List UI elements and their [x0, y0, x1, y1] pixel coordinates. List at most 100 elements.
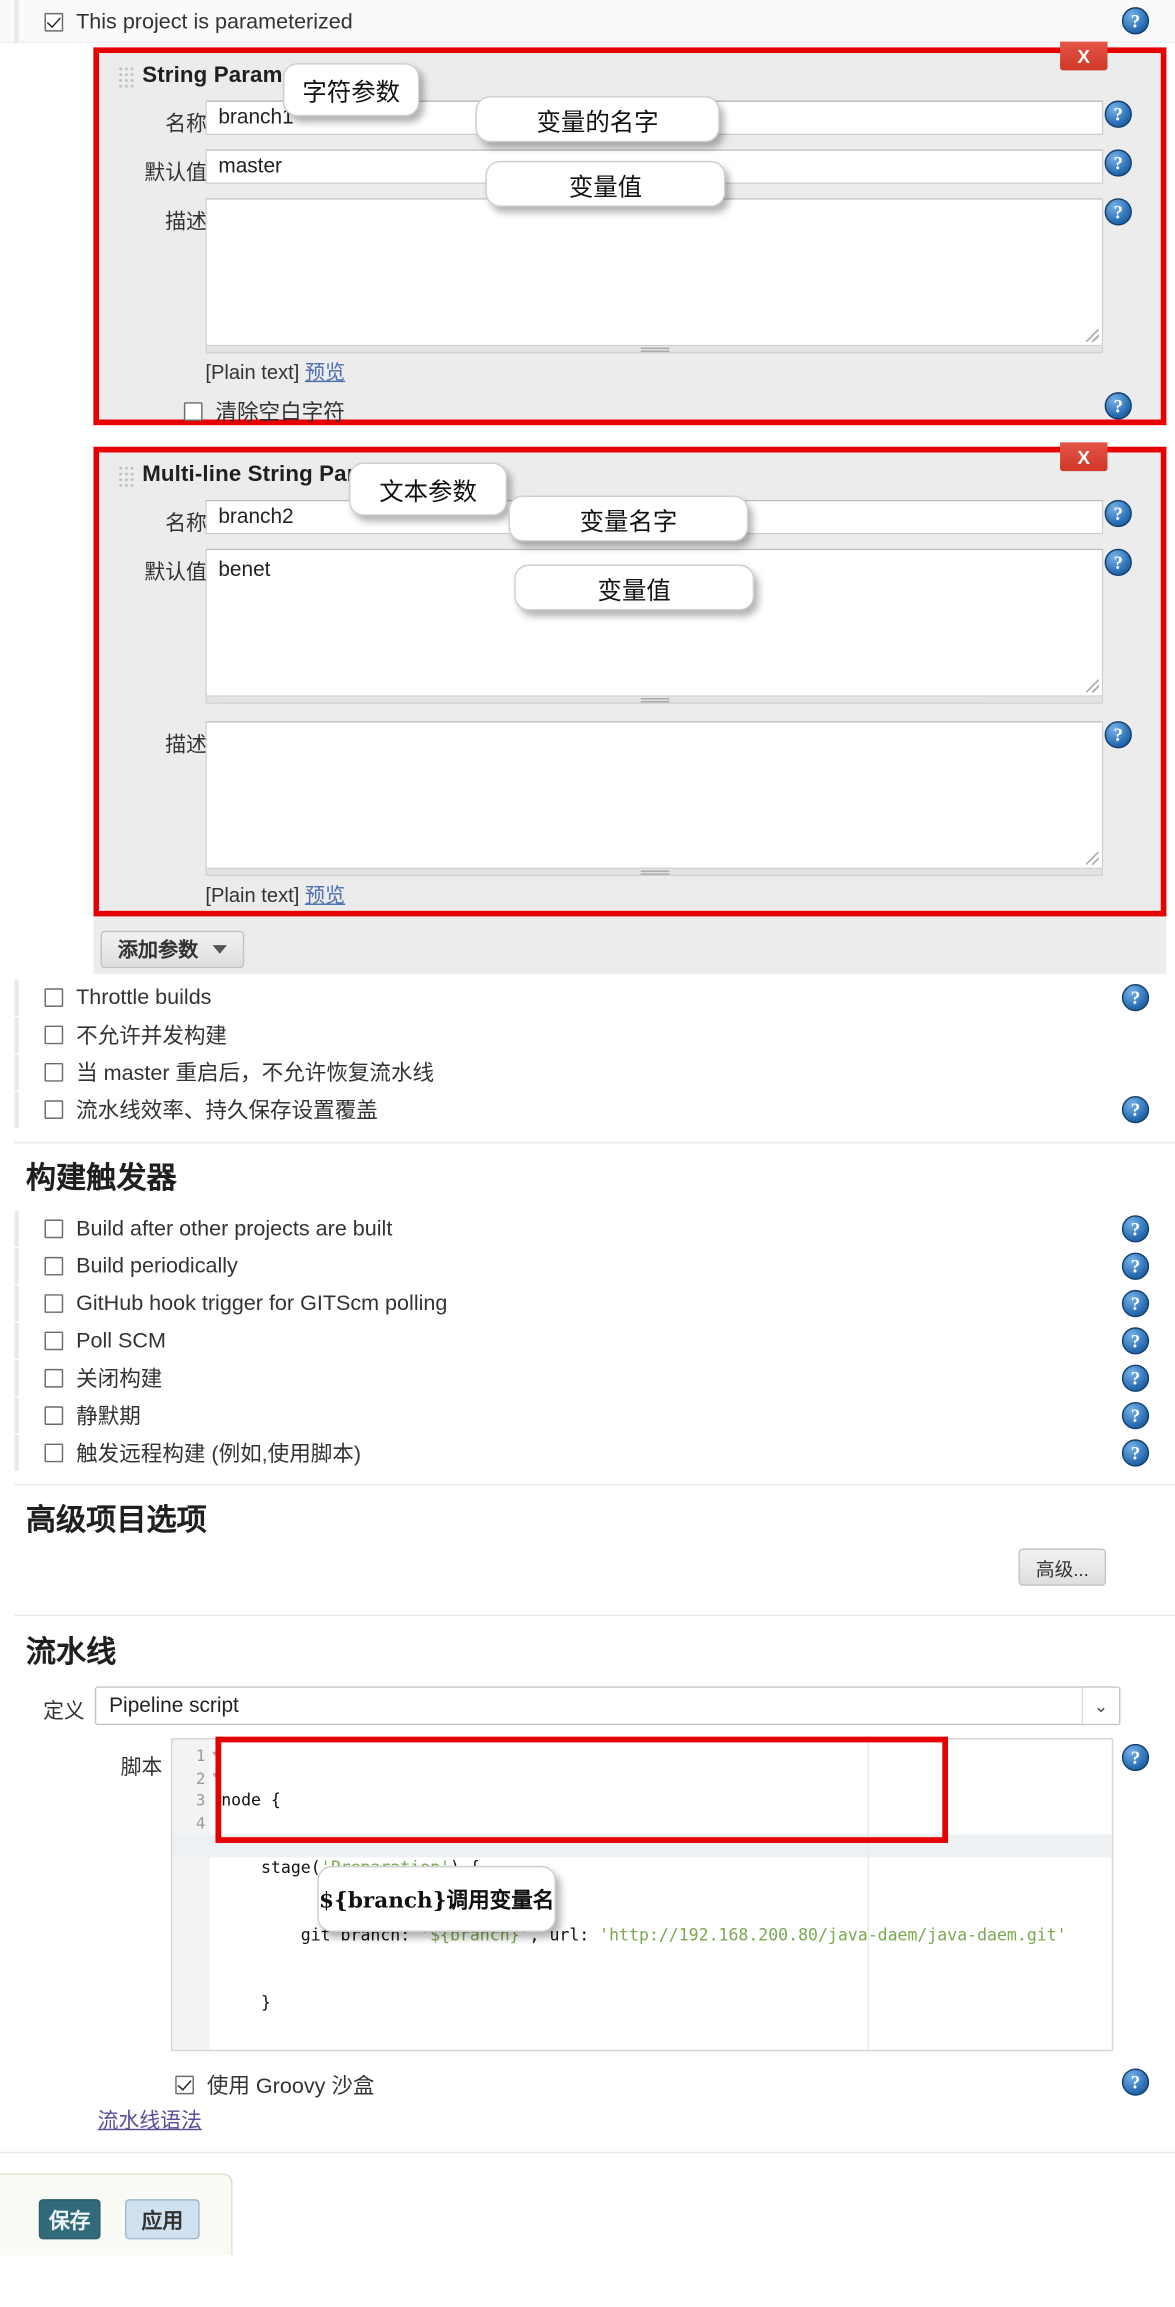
- trigger-row-poll-scm[interactable]: Poll SCM: [14, 1322, 1175, 1359]
- delete-string-parameter-button[interactable]: X: [1060, 41, 1108, 71]
- chevron-down-icon-definition[interactable]: ⌄: [1081, 1687, 1119, 1724]
- save-button[interactable]: 保存: [38, 2199, 101, 2240]
- trigger-row-after-other[interactable]: Build after other projects are built: [14, 1210, 1175, 1247]
- textarea-drag-bar-3[interactable]: [205, 869, 1104, 877]
- help-icon-groovy-sandbox[interactable]: ?: [1121, 2068, 1150, 2096]
- apply-button[interactable]: 应用: [124, 2199, 200, 2240]
- resize-grip-icon[interactable]: [1085, 328, 1099, 342]
- textarea-drag-bar[interactable]: [205, 346, 1104, 354]
- disable-build-label: 关闭构建: [76, 1367, 163, 1392]
- advanced-button[interactable]: 高级...: [1018, 1548, 1107, 1586]
- help-icon-throttle[interactable]: ?: [1121, 983, 1150, 1012]
- resize-grip-icon-3[interactable]: [1085, 851, 1099, 865]
- help-icon-parameterized[interactable]: ?: [1121, 7, 1150, 35]
- build-periodically-checkbox[interactable]: [44, 1256, 64, 1276]
- line-number: 3: [195, 1791, 206, 1811]
- trim-whitespace-row[interactable]: 清除空白字符: [183, 396, 345, 426]
- line-number: 2: [195, 1769, 206, 1788]
- divider-triggers: [14, 1141, 1175, 1144]
- code-line: }: [221, 1991, 271, 2012]
- line-number: 4: [195, 1813, 206, 1833]
- advanced-button-label: 高级...: [1035, 1557, 1089, 1580]
- trigger-row-remote-build[interactable]: 触发远程构建 (例如,使用脚本): [14, 1434, 1175, 1471]
- trigger-row-github-hook[interactable]: GitHub hook trigger for GITScm polling: [14, 1285, 1175, 1322]
- build-after-other-projects-checkbox[interactable]: [44, 1219, 64, 1239]
- option-row-no-concurrent[interactable]: 不允许并发构建: [14, 1016, 1175, 1053]
- option-row-no-resume[interactable]: 当 master 重启后，不允许恢复流水线: [14, 1054, 1175, 1091]
- help-icon-quiet-period[interactable]: ?: [1121, 1401, 1150, 1430]
- durability-override-label: 流水线效率、持久保存设置覆盖: [76, 1098, 378, 1124]
- add-parameter-tray: [93, 916, 1167, 974]
- string-param-description-label: 描述: [165, 211, 207, 235]
- remote-trigger-checkbox[interactable]: [44, 1443, 64, 1463]
- quiet-period-checkbox[interactable]: [44, 1406, 64, 1425]
- no-concurrent-build-checkbox[interactable]: [44, 1025, 64, 1045]
- multiline-param-name-label: 名称: [165, 512, 207, 536]
- delete-multiline-parameter-button[interactable]: X: [1060, 442, 1108, 472]
- multiline-param-description-textarea[interactable]: [205, 721, 1104, 870]
- multiline-param-description-label: 描述: [165, 734, 207, 757]
- poll-scm-checkbox[interactable]: [44, 1331, 64, 1351]
- build-periodically-label: Build periodically: [76, 1254, 238, 1279]
- editor-line-numbers: 1 2 3 4 5: [172, 1739, 210, 2050]
- drag-handle-icon-2[interactable]: [117, 465, 136, 487]
- groovy-sandbox-checkbox[interactable]: [175, 2075, 194, 2095]
- help-icon-multiline-name[interactable]: ?: [1104, 499, 1132, 528]
- build-triggers-heading: 构建触发器: [25, 1162, 177, 1196]
- callout-variable-name: 变量的名字: [475, 96, 720, 143]
- resize-grip-icon-2[interactable]: [1085, 679, 1099, 693]
- callout-branch-variable: ${branch}调用变量名: [317, 1865, 556, 1932]
- divider-advanced: [14, 1483, 1175, 1486]
- parameterized-row[interactable]: This project is parameterized: [14, 0, 1175, 44]
- build-after-other-projects-label: Build after other projects are built: [76, 1216, 393, 1242]
- script-label: 脚本: [120, 1756, 163, 1780]
- add-parameter-button[interactable]: 添加参数: [100, 930, 245, 969]
- multiline-param-description-text: [207, 723, 1102, 740]
- help-icon-string-param-name[interactable]: ?: [1104, 100, 1132, 128]
- no-resume-pipeline-label: 当 master 重启后，不允许恢复流水线: [76, 1061, 435, 1086]
- drag-handle-icon[interactable]: [117, 66, 136, 88]
- callout-string-parameter: 字符参数: [282, 63, 420, 117]
- textarea-drag-bar-2[interactable]: [205, 696, 1104, 704]
- preview-link-2[interactable]: 预览: [305, 883, 345, 906]
- poll-scm-label: Poll SCM: [76, 1328, 166, 1354]
- string-param-description-textarea[interactable]: [205, 198, 1104, 347]
- help-icon-string-param-default[interactable]: ?: [1104, 149, 1132, 177]
- throttle-builds-checkbox[interactable]: [44, 988, 64, 1007]
- github-hook-trigger-checkbox[interactable]: [44, 1294, 64, 1313]
- help-icon-string-param-description[interactable]: ?: [1104, 198, 1132, 226]
- pipeline-syntax-link[interactable]: 流水线语法: [98, 2104, 202, 2134]
- help-icon-poll-scm[interactable]: ?: [1121, 1327, 1150, 1355]
- help-icon-github-hook[interactable]: ?: [1121, 1289, 1150, 1318]
- line-number: 1: [195, 1746, 206, 1766]
- durability-override-checkbox[interactable]: [44, 1100, 64, 1119]
- string-param-plaintext-row: [Plain text] 预览: [205, 358, 345, 387]
- trigger-row-quiet-period[interactable]: 静默期: [14, 1397, 1175, 1434]
- help-icon-disable-build[interactable]: ?: [1121, 1364, 1150, 1392]
- no-concurrent-build-label: 不允许并发构建: [76, 1024, 227, 1049]
- groovy-sandbox-row[interactable]: 使用 Groovy 沙盒: [175, 2070, 374, 2100]
- help-icon-build-after-other[interactable]: ?: [1121, 1215, 1150, 1243]
- help-icon-durability[interactable]: ?: [1121, 1095, 1150, 1124]
- definition-select-value: Pipeline script: [109, 1694, 239, 1718]
- help-icon-remote-trigger[interactable]: ?: [1121, 1439, 1150, 1467]
- parameterized-checkbox[interactable]: [44, 12, 64, 31]
- help-icon-multiline-default[interactable]: ?: [1104, 548, 1132, 577]
- trigger-row-periodically[interactable]: Build periodically: [14, 1248, 1175, 1285]
- help-icon-pipeline-script[interactable]: ?: [1121, 1743, 1150, 1772]
- preview-link[interactable]: 预览: [305, 361, 345, 384]
- disable-build-checkbox[interactable]: [44, 1368, 64, 1388]
- option-row-throttle[interactable]: Throttle builds: [14, 979, 1175, 1016]
- advanced-options-heading: 高级项目选项: [25, 1503, 207, 1537]
- string-param-name-label: 名称: [165, 113, 207, 137]
- help-icon-multiline-description[interactable]: ?: [1104, 721, 1132, 749]
- no-resume-pipeline-checkbox[interactable]: [44, 1062, 64, 1082]
- trim-whitespace-checkbox[interactable]: [183, 402, 203, 421]
- add-parameter-label: 添加参数: [117, 937, 199, 961]
- help-icon-trim-whitespace[interactable]: ?: [1104, 392, 1132, 420]
- trigger-row-disable-build[interactable]: 关闭构建: [14, 1360, 1175, 1397]
- option-row-durability[interactable]: 流水线效率、持久保存设置覆盖: [14, 1091, 1175, 1128]
- help-icon-build-periodically[interactable]: ?: [1121, 1252, 1150, 1280]
- definition-select[interactable]: Pipeline script ⌄: [94, 1686, 1121, 1726]
- callout-multiline-parameter: 文本参数: [349, 462, 508, 516]
